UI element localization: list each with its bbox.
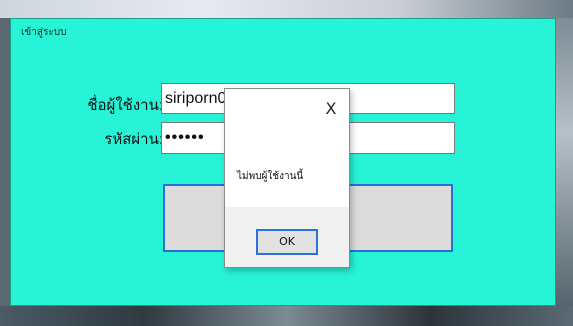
background-image-bottom: [0, 306, 573, 326]
password-label: รหัสผ่าน:: [104, 131, 163, 148]
dialog-footer: OK: [225, 207, 349, 267]
ok-button[interactable]: OK: [256, 229, 318, 255]
background-image-left: [0, 18, 10, 306]
background-image-top: [0, 0, 573, 18]
background-image-right: [556, 18, 573, 306]
close-icon[interactable]: X: [321, 99, 341, 119]
dialog-message: ไม่พบผู้ใช้งานนี้: [237, 171, 304, 182]
message-dialog: X ไม่พบผู้ใช้งานนี้ OK: [224, 88, 350, 268]
username-label: ชื่อผู้ใช้งาน:: [87, 97, 163, 114]
window-title: เข้าสู่ระบบ: [21, 27, 67, 38]
